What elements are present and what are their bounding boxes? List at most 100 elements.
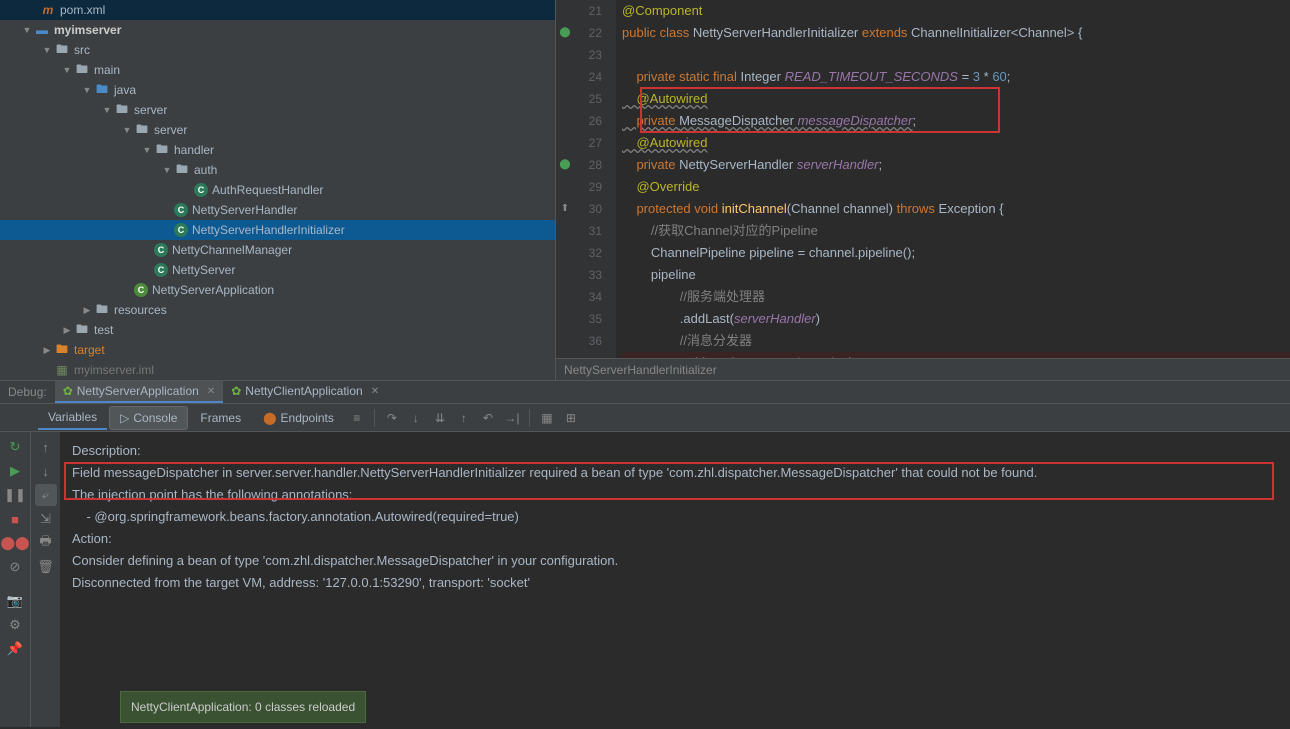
code-area[interactable]: @Component public class NettyServerHandl… xyxy=(616,0,1290,358)
tree-iml[interactable]: ▦myimserver.iml xyxy=(0,360,555,380)
arrow-icon[interactable] xyxy=(80,303,94,317)
tree-class-handler[interactable]: C NettyServerHandler xyxy=(0,200,555,220)
gear-icon[interactable]: ⚙ xyxy=(4,614,26,636)
line-no: 29 xyxy=(556,176,602,198)
settings-icon[interactable]: ≡ xyxy=(346,407,368,429)
drop-frame-icon[interactable]: ↶ xyxy=(477,407,499,429)
tree-main[interactable]: 🖿main xyxy=(0,60,555,80)
breakpoints-icon[interactable]: ⬤⬤ xyxy=(4,532,26,554)
tree-pkg-server2[interactable]: 🖿server xyxy=(0,120,555,140)
force-step-icon[interactable]: ⇊ xyxy=(429,407,451,429)
arrow-icon[interactable] xyxy=(100,103,114,117)
arrow-icon[interactable] xyxy=(140,143,154,157)
code-text: (Channel channel) xyxy=(787,201,897,216)
gutter[interactable]: 21 ▶⬤22 23 24 25 26 27 ⬤28 29 ⬆@30 31 32… xyxy=(556,0,616,358)
tree-java[interactable]: 🖿java xyxy=(0,80,555,100)
run-tab-server[interactable]: ✿ NettyServerApplication ✕ xyxy=(55,381,224,403)
tree-pkg-handler[interactable]: 🖿handler xyxy=(0,140,555,160)
override-gutter-icon[interactable]: ⬆ xyxy=(558,198,572,220)
class-icon: C xyxy=(154,263,168,277)
trace-icon[interactable]: ⊞ xyxy=(560,407,582,429)
notification-toast[interactable]: NettyClientApplication: 0 classes reload… xyxy=(120,691,366,723)
run-cursor-icon[interactable]: →| xyxy=(501,407,523,429)
tab-frames[interactable]: Frames xyxy=(190,407,251,429)
tab-variables[interactable]: Variables xyxy=(38,406,107,430)
arrow-icon[interactable] xyxy=(40,343,54,357)
tree-label: handler xyxy=(174,143,214,157)
arrow-icon[interactable] xyxy=(20,23,34,37)
tree-label: NettyServerHandler xyxy=(192,203,297,217)
scroll-icon[interactable]: ⇲ xyxy=(35,508,57,530)
code-text: public class xyxy=(622,25,693,40)
tree-file-pom[interactable]: mpom.xml xyxy=(0,0,555,20)
breadcrumb-item[interactable]: NettyServerHandlerInitializer xyxy=(564,363,717,377)
arrow-icon[interactable] xyxy=(80,83,94,97)
arrow-icon[interactable] xyxy=(60,63,74,77)
code-text: //服务端处理器 xyxy=(622,289,765,304)
code-text: ; xyxy=(879,157,883,172)
module-icon: ▬ xyxy=(34,22,50,38)
pin-icon[interactable]: 📌 xyxy=(4,638,26,660)
breadcrumb-bar[interactable]: NettyServerHandlerInitializer xyxy=(556,358,1290,380)
step-out-icon[interactable]: ↑ xyxy=(453,407,475,429)
bean-gutter-icon[interactable]: ⬤ xyxy=(558,154,572,176)
evaluate-icon[interactable]: ▦ xyxy=(536,407,558,429)
code-text: private xyxy=(622,113,679,128)
camera-icon[interactable]: 📷 xyxy=(4,590,26,612)
code-text: ; xyxy=(1007,69,1011,84)
tree-label: test xyxy=(94,323,113,337)
class-icon: C xyxy=(154,243,168,257)
file-icon: ▦ xyxy=(54,362,70,378)
line-no: 28 xyxy=(589,158,602,172)
tree-target[interactable]: 🖿target xyxy=(0,340,555,360)
tab-console[interactable]: ▷Console xyxy=(109,406,188,430)
code-text: serverHandler xyxy=(734,311,816,326)
code-text: pipeline xyxy=(622,267,696,282)
step-over-icon[interactable]: ↷ xyxy=(381,407,403,429)
tree-pkg-server[interactable]: 🖿server xyxy=(0,100,555,120)
arrow-icon[interactable] xyxy=(120,123,134,137)
code-editor[interactable]: 21 ▶⬤22 23 24 25 26 27 ⬤28 29 ⬆@30 31 32… xyxy=(556,0,1290,380)
folder-icon: 🖿 xyxy=(174,162,190,178)
project-tree[interactable]: mpom.xml ▬myimserver 🖿src 🖿main 🖿java 🖿s… xyxy=(0,0,556,380)
up-icon[interactable]: ↑ xyxy=(35,436,57,458)
console-output[interactable]: Description: Field messageDispatcher in … xyxy=(60,432,1290,727)
print-icon[interactable]: 🖶 xyxy=(35,532,57,554)
close-icon[interactable]: ✕ xyxy=(207,386,215,397)
down-icon[interactable]: ↓ xyxy=(35,460,57,482)
resume-icon[interactable]: ▶ xyxy=(4,460,26,482)
tree-test[interactable]: 🖿 test xyxy=(0,320,555,340)
run-tab-client[interactable]: ✿NettyClientApplication✕ xyxy=(223,381,387,403)
stop-icon[interactable]: ■ xyxy=(4,508,26,530)
rerun-icon[interactable]: ↻ xyxy=(4,436,26,458)
code-text: Integer xyxy=(741,69,785,84)
arrow-icon[interactable] xyxy=(40,43,54,57)
arrow-icon[interactable] xyxy=(60,323,74,337)
tree-class-authreq[interactable]: CAuthRequestHandler xyxy=(0,180,555,200)
tree-resources[interactable]: 🖿resources xyxy=(0,300,555,320)
code-text: Exception { xyxy=(939,201,1004,216)
spring-icon: ✿ xyxy=(63,384,73,398)
debug-header: Debug: ✿ NettyServerApplication ✕ ✿NettyCl… xyxy=(0,380,1290,404)
close-icon[interactable]: ✕ xyxy=(371,386,379,397)
folder-icon: 🖿 xyxy=(74,322,90,338)
arrow-icon[interactable] xyxy=(160,163,174,177)
tree-project[interactable]: ▬myimserver xyxy=(0,20,555,40)
step-into-icon[interactable]: ↓ xyxy=(405,407,427,429)
tree-class-chanmgr[interactable]: CNettyChannelManager xyxy=(0,240,555,260)
tree-src[interactable]: 🖿src xyxy=(0,40,555,60)
tree-class-nettysrv[interactable]: CNettyServer xyxy=(0,260,555,280)
tree-pkg-auth[interactable]: 🖿auth xyxy=(0,160,555,180)
console-left-toolbar: ↑ ↓ ⤶ ⇲ 🖶 🗑 xyxy=(30,432,60,727)
tree-class-app[interactable]: CNettyServerApplication xyxy=(0,280,555,300)
bean-gutter-icon[interactable]: ⬤ xyxy=(558,22,572,44)
class-icon: C xyxy=(174,203,188,217)
mute-bp-icon[interactable]: ⊘ xyxy=(4,556,26,578)
debug-label: Debug: xyxy=(0,385,55,399)
wrap-icon[interactable]: ⤶ xyxy=(35,484,57,506)
tree-class-initializer[interactable]: CNettyServerHandlerInitializer xyxy=(0,220,555,240)
tab-label: NettyServerApplication xyxy=(77,384,199,398)
clear-icon[interactable]: 🗑 xyxy=(35,556,57,578)
pause-icon[interactable]: ❚❚ xyxy=(4,484,26,506)
tab-endpoints[interactable]: ⬤Endpoints xyxy=(253,407,344,429)
